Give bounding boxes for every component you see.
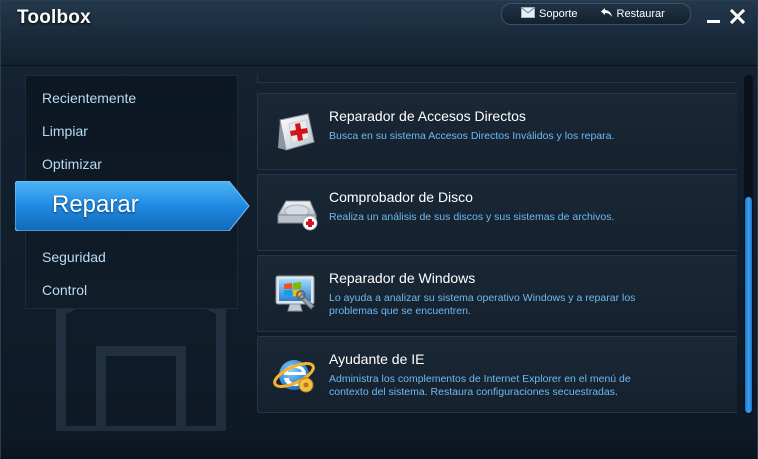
sidebar-item-reparar[interactable]: Reparar: [15, 181, 251, 231]
minimize-button[interactable]: [704, 7, 722, 25]
tool-title: Ayudante de IE: [329, 351, 425, 367]
sidebar-item-reparar-label: Reparar: [52, 191, 139, 218]
vertical-scrollbar[interactable]: [744, 75, 753, 415]
tool-description: Lo ayuda a analizar su sistema operativo…: [329, 292, 636, 317]
top-action-group: Soporte Restaurar: [501, 3, 691, 25]
title-bar: Toolbox Soporte Restaurar: [1, 1, 757, 66]
ie-helper-icon: [273, 360, 315, 393]
bottom-bar: [1, 431, 757, 459]
windows-repair-icon: [275, 275, 315, 312]
tool-title: Reparador de Accesos Directos: [329, 108, 526, 124]
close-icon: [729, 8, 745, 24]
previous-tool-card-partial[interactable]: [257, 75, 737, 83]
tool-card-ayudante-ie[interactable]: Ayudante de IE Administra los complement…: [257, 336, 737, 413]
tool-description: Busca en su sistema Accesos Directos Inv…: [329, 130, 615, 142]
undo-arrow-icon: [600, 7, 613, 21]
tool-card-comprobador-disco[interactable]: Comprobador de Disco Realiza un análisis…: [257, 174, 737, 251]
sidebar-item-recientemente[interactable]: Recientemente: [42, 90, 136, 106]
sidebar-item-seguridad[interactable]: Seguridad: [42, 249, 106, 265]
tool-description: Realiza un análisis de sus discos y sus …: [329, 211, 615, 223]
envelope-icon: [521, 7, 535, 21]
tool-card-reparador-accesos-directos[interactable]: Reparador de Accesos Directos Busca en s…: [257, 93, 737, 170]
close-button[interactable]: [728, 7, 746, 25]
tool-description: Administra los complementos de Internet …: [329, 373, 631, 398]
support-button[interactable]: Soporte: [521, 7, 578, 21]
minimize-icon: [706, 19, 720, 23]
sidebar-item-limpiar[interactable]: Limpiar: [42, 123, 88, 139]
tool-title: Reparador de Windows: [329, 270, 476, 286]
toolbox-window: Toolbox Soporte Restaurar Recientemente …: [0, 0, 758, 459]
tool-title: Comprobador de Disco: [329, 189, 473, 205]
restore-button[interactable]: Restaurar: [600, 7, 665, 21]
restore-label: Restaurar: [616, 8, 665, 20]
sidebar-item-control[interactable]: Control: [42, 282, 87, 298]
tool-card-reparador-windows[interactable]: Reparador de Windows Lo ayuda a analizar…: [257, 255, 737, 332]
tool-list: Reparador de Accesos Directos Busca en s…: [257, 75, 737, 415]
sidebar-item-optimizar[interactable]: Optimizar: [42, 156, 102, 172]
scrollbar-thumb[interactable]: [745, 197, 752, 413]
app-title: Toolbox: [17, 7, 91, 28]
shortcut-repair-icon: [278, 113, 315, 151]
support-label: Soporte: [539, 8, 578, 20]
disk-check-icon: [277, 200, 318, 231]
